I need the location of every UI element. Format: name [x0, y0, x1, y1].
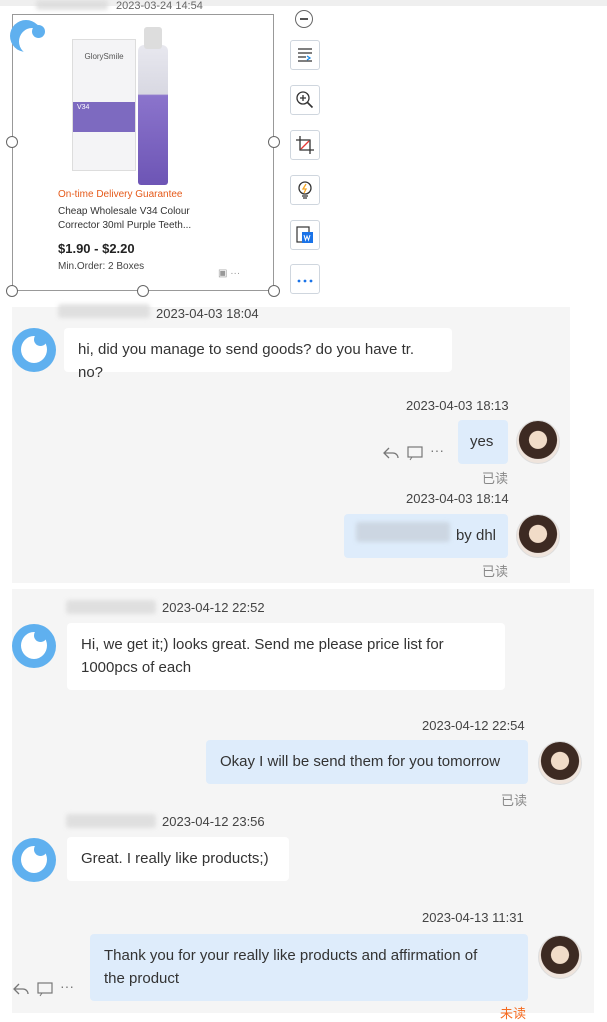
- product-min-order: Min.Order: 2 Boxes: [58, 261, 145, 272]
- redacted-name: [58, 304, 150, 318]
- redacted-name: [66, 814, 156, 828]
- reply-icon[interactable]: [12, 980, 30, 998]
- message-timestamp: 2023-04-03 18:14: [406, 491, 509, 506]
- product-brand: GlorySmile: [84, 52, 124, 61]
- quote-icon[interactable]: [406, 444, 424, 462]
- product-box: GlorySmile V34: [72, 39, 136, 171]
- avatar: [538, 935, 582, 979]
- avatar: [12, 328, 56, 372]
- resize-handle-bottom-left[interactable]: [6, 285, 18, 297]
- message-timestamp: 2023-04-12 23:56: [162, 814, 265, 829]
- message-timestamp: 2023-04-12 22:54: [422, 718, 525, 733]
- product-image: GlorySmile V34: [66, 25, 194, 185]
- word-export-icon[interactable]: [290, 220, 320, 250]
- product-title-line2: Corrector 30ml Purple Teeth...: [58, 220, 192, 231]
- message-actions: ···: [382, 443, 448, 462]
- message-bubble[interactable]: hi, did you manage to send goods? do you…: [64, 328, 452, 381]
- message-text: Okay I will be send them for you tomorro…: [220, 753, 501, 770]
- message-text: by dhl: [455, 527, 496, 544]
- product-card-timestamp: 2023-03-24 14:54: [116, 0, 203, 12]
- message-bubble[interactable]: yes: [458, 420, 508, 464]
- minus-circle-icon[interactable]: [295, 10, 313, 28]
- message-bubble[interactable]: Thank you for your really like products …: [90, 934, 528, 1001]
- zoom-in-icon[interactable]: [290, 85, 320, 115]
- message-bubble[interactable]: Great. I really like products;): [67, 837, 289, 881]
- unread-status: 未读: [500, 1006, 527, 1021]
- message-actions: ···: [12, 979, 78, 998]
- avatar: [538, 741, 582, 785]
- product-bottle-cap: [144, 27, 162, 49]
- message-text-line: the product: [104, 970, 180, 987]
- card-quote-icon[interactable]: ▣ ···: [218, 268, 240, 279]
- crop-icon[interactable]: [290, 130, 320, 160]
- message-text-line: 1000pcs of each: [81, 659, 192, 676]
- product-title-line1: Cheap Wholesale V34 Colour: [58, 206, 190, 217]
- message-timestamp: 2023-04-03 18:04: [156, 306, 259, 321]
- text-recognition-icon[interactable]: [290, 40, 320, 70]
- lightbulb-icon[interactable]: [290, 175, 320, 205]
- avatar: [516, 420, 560, 464]
- message-bubble[interactable]: Hi, we get it;) looks great. Send me ple…: [67, 623, 505, 690]
- read-status: 已读: [482, 564, 509, 579]
- product-box-label: V34: [73, 102, 135, 132]
- more-icon[interactable]: [290, 264, 320, 294]
- redacted-name: [36, 0, 108, 10]
- redacted-tracking-number: [356, 522, 450, 542]
- more-icon[interactable]: ···: [60, 979, 78, 998]
- message-text-line: Thank you for your really like products …: [104, 947, 478, 964]
- read-status: 已读: [482, 471, 509, 486]
- avatar: [12, 838, 56, 882]
- avatar: [12, 624, 56, 668]
- message-timestamp: 2023-04-12 22:52: [162, 600, 265, 615]
- resize-handle-bottom-right[interactable]: [268, 285, 280, 297]
- redacted-name: [66, 600, 156, 614]
- message-text-line: Hi, we get it;) looks great. Send me ple…: [81, 636, 444, 653]
- message-timestamp: 2023-04-03 18:13: [406, 398, 509, 413]
- delivery-guarantee: On-time Delivery Guarantee: [58, 189, 183, 200]
- message-bubble[interactable]: Okay I will be send them for you tomorro…: [206, 740, 528, 784]
- product-bottle: [138, 45, 168, 185]
- more-icon[interactable]: ···: [430, 443, 448, 462]
- resize-handle-right[interactable]: [268, 136, 280, 148]
- resize-handle-bottom[interactable]: [137, 285, 149, 297]
- message-timestamp: 2023-04-13 11:31: [422, 910, 524, 925]
- product-card[interactable]: GlorySmile V34 On-time Delivery Guarante…: [48, 19, 213, 282]
- read-status: 已读: [501, 793, 528, 808]
- resize-handle-left[interactable]: [6, 136, 18, 148]
- quote-icon[interactable]: [36, 980, 54, 998]
- avatar: [10, 20, 45, 55]
- avatar: [516, 514, 560, 558]
- product-price: $1.90 - $2.20: [58, 241, 135, 256]
- message-text: Great. I really like products;): [81, 850, 269, 867]
- message-text: yes: [470, 433, 494, 450]
- reply-icon[interactable]: [382, 444, 400, 462]
